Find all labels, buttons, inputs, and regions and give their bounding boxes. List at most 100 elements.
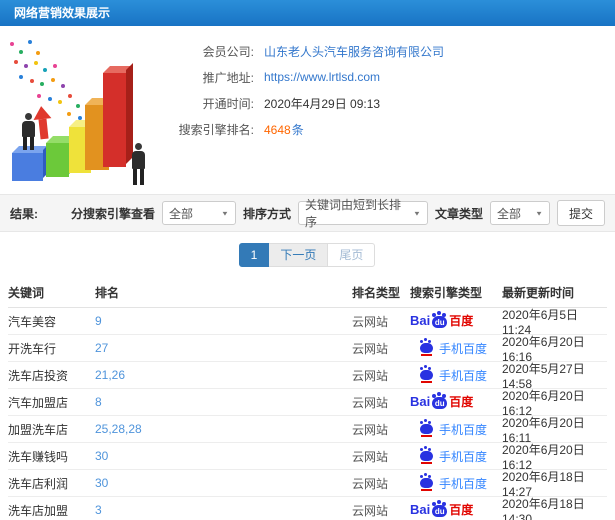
keyword-cell: 汽车加盟店 — [8, 395, 69, 410]
confetti-dots-icon — [10, 42, 14, 46]
engine-select-value: 全部 — [168, 206, 193, 221]
rank-type-cell: 云网站 — [352, 503, 389, 518]
filter-bar: 结果: 分搜索引擎查看 全部 ▼ 排序方式 关键词由短到长排序 ▼ 文章类型 全… — [0, 194, 615, 232]
submit-button[interactable]: 提交 — [556, 200, 605, 226]
mobile-baidu-logo-icon: 手机百度 — [410, 475, 487, 492]
col-header-keyword: 关键词 — [8, 286, 45, 300]
rank-count-unit: 条 — [291, 122, 304, 137]
rank-cell[interactable]: 9 — [95, 314, 352, 328]
baidu-paw-icon: du — [432, 502, 448, 517]
rank-cell[interactable]: 8 — [95, 395, 352, 409]
baidu-paw-icon — [420, 421, 433, 437]
table-row: 加盟洗车店 25,28,28 云网站 手机百度 2020年6月20日 16:11 — [8, 416, 607, 445]
info-row-company: 会员公司: 山东老人头汽车服务咨询有限公司 — [170, 38, 615, 64]
mobile-baidu-logo-icon: 手机百度 — [410, 367, 487, 384]
rank-type-cell: 云网站 — [352, 422, 389, 437]
rank-type-cell: 云网站 — [352, 449, 389, 464]
engine-cell: Bai du 百度 — [410, 502, 502, 517]
engine-filter-label: 分搜索引擎查看 — [70, 206, 155, 221]
rank-count-number: 4648 — [264, 122, 291, 137]
rank-type-cell: 云网站 — [352, 341, 389, 356]
chevron-down-icon: ▼ — [413, 209, 421, 217]
col-header-rank-type: 排名类型 — [352, 286, 401, 300]
result-label: 结果: — [10, 206, 38, 221]
table-row: 汽车美容 9 云网站 Bai du 百度 2020年6月5日 11:24 — [8, 308, 607, 337]
promotion-url-link[interactable]: https://www.lrtlsd.com — [264, 70, 380, 84]
rank-cell[interactable]: 30 — [95, 476, 352, 490]
baidu-paw-icon: du — [432, 313, 448, 328]
info-row-rank: 搜索引擎排名: 4648条 — [170, 116, 615, 142]
engine-cell: Bai du 百度 — [410, 313, 502, 328]
baidu-paw-icon — [420, 340, 433, 356]
sort-select[interactable]: 关键词由短到长排序 ▼ — [297, 198, 428, 229]
businessman-standing-icon — [132, 143, 145, 185]
type-filter-label: 文章类型 — [434, 206, 483, 221]
keyword-cell: 洗车店利润 — [8, 476, 69, 491]
baidu-paw-icon — [420, 475, 433, 491]
sort-select-value: 关键词由短到长排序 — [304, 198, 401, 229]
baidu-paw-icon — [420, 367, 433, 383]
table-row: 开洗车行 27 云网站 手机百度 2020年6月20日 16:16 — [8, 335, 607, 364]
mobile-baidu-logo-icon: 手机百度 — [410, 421, 487, 438]
engine-cell: 手机百度 — [410, 448, 502, 465]
rank-label: 搜索引擎排名: — [178, 122, 254, 137]
marketing-results-page: 网络营销效果展示 会员公司: 山东老人头汽车服务咨询有限公司 推广地址: htt… — [0, 0, 615, 520]
engine-cell: 手机百度 — [410, 367, 502, 384]
engine-select[interactable]: 全部 ▼ — [161, 201, 236, 225]
rank-count-value: 4648条 — [264, 121, 304, 138]
businessman-on-bar-icon — [22, 113, 35, 150]
baidu-logo-icon: Bai du 百度 — [410, 394, 474, 409]
table-row: 洗车店利润 30 云网站 手机百度 2020年6月18日 14:27 — [8, 470, 607, 499]
engine-cell: 手机百度 — [410, 421, 502, 438]
company-link[interactable]: 山东老人头汽车服务咨询有限公司 — [264, 43, 444, 60]
table-header-row: 关键词 排名 排名类型 搜索引擎类型 最新更新时间 — [8, 278, 607, 308]
rank-cell[interactable]: 27 — [95, 341, 352, 355]
chevron-down-icon: ▼ — [221, 209, 229, 217]
chevron-down-icon: ▼ — [535, 209, 543, 217]
company-label: 会员公司: — [202, 44, 254, 59]
rank-cell[interactable]: 25,28,28 — [95, 422, 352, 436]
col-header-update-time: 最新更新时间 — [502, 286, 575, 300]
engine-cell: Bai du 百度 — [410, 394, 502, 409]
table-row: 洗车赚钱吗 30 云网站 手机百度 2020年6月20日 16:12 — [8, 443, 607, 472]
rank-type-cell: 云网站 — [352, 314, 389, 329]
last-page-button[interactable]: 尾页 — [327, 243, 376, 267]
next-page-button[interactable]: 下一页 — [268, 243, 329, 267]
keyword-cell: 加盟洗车店 — [8, 422, 69, 437]
opened-time-value: 2020年4月29日 09:13 — [264, 96, 381, 111]
filter-controls: 分搜索引擎查看 全部 ▼ 排序方式 关键词由短到长排序 ▼ 文章类型 全部 ▼ … — [70, 198, 605, 229]
opened-label: 开通时间: — [202, 96, 254, 111]
engine-cell: 手机百度 — [410, 475, 502, 492]
bar-green-icon — [46, 143, 69, 177]
growth-chart-illustration — [0, 26, 180, 194]
up-arrow-icon — [32, 105, 54, 143]
account-info-section: 会员公司: 山东老人头汽车服务咨询有限公司 推广地址: https://www.… — [0, 26, 615, 194]
article-type-select-value: 全部 — [496, 206, 521, 221]
rank-cell[interactable]: 3 — [95, 503, 352, 517]
table-row: 洗车店投资 21,26 云网站 手机百度 2020年5月27日 14:58 — [8, 362, 607, 391]
mobile-baidu-logo-icon: 手机百度 — [410, 448, 487, 465]
page-header: 网络营销效果展示 — [0, 0, 615, 26]
url-label: 推广地址: — [202, 70, 254, 85]
update-time-cell: 2020年6月18日 14:30 — [502, 496, 585, 520]
bar-blue-icon — [12, 153, 43, 181]
rank-type-cell: 云网站 — [352, 395, 389, 410]
rank-type-cell: 云网站 — [352, 476, 389, 491]
engine-cell: 手机百度 — [410, 340, 502, 357]
pagination: 1 下一页 尾页 — [0, 232, 615, 278]
baidu-logo-icon: Bai du 百度 — [410, 502, 474, 517]
keyword-cell: 汽车美容 — [8, 314, 57, 329]
info-row-url: 推广地址: https://www.lrtlsd.com — [170, 64, 615, 90]
info-row-opened: 开通时间: 2020年4月29日 09:13 — [170, 90, 615, 116]
rank-cell[interactable]: 21,26 — [95, 368, 352, 382]
page-1-button[interactable]: 1 — [238, 243, 270, 267]
table-row: 汽车加盟店 8 云网站 Bai du 百度 2020年6月20日 16:12 — [8, 389, 607, 418]
keyword-cell: 洗车店加盟 — [8, 503, 69, 518]
table-row: 洗车店加盟 3 云网站 Bai du 百度 2020年6月18日 14:30 — [8, 497, 607, 520]
keyword-cell: 洗车赚钱吗 — [8, 449, 69, 464]
keyword-ranking-table: 关键词 排名 排名类型 搜索引擎类型 最新更新时间 汽车美容 9 云网站 Bai… — [0, 278, 615, 520]
keyword-cell: 开洗车行 — [8, 341, 57, 356]
article-type-select[interactable]: 全部 ▼ — [489, 201, 550, 225]
rank-cell[interactable]: 30 — [95, 449, 352, 463]
baidu-logo-icon: Bai du 百度 — [410, 313, 474, 328]
